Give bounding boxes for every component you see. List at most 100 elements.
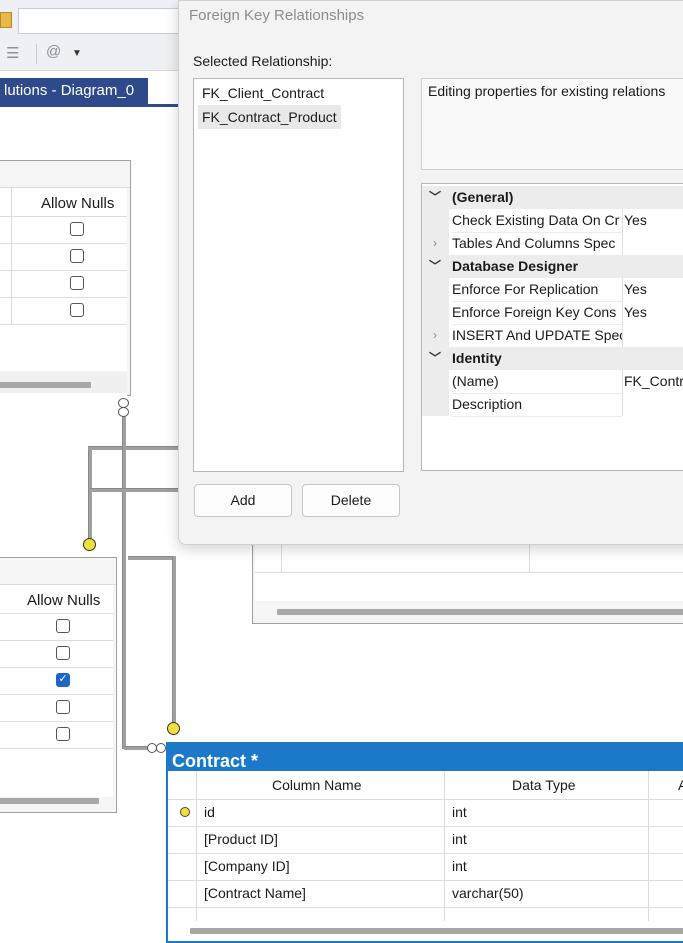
table-title-divider xyxy=(0,584,116,585)
allow-nulls-checkbox[interactable] xyxy=(56,727,70,741)
value-separator xyxy=(622,209,623,232)
allow-nulls-checkbox[interactable] xyxy=(56,646,70,660)
toolbar-divider xyxy=(36,44,37,64)
folder-icon[interactable] xyxy=(0,12,12,28)
row-gutter xyxy=(422,301,449,324)
data-type-cell[interactable]: int xyxy=(452,799,467,826)
relationship-line[interactable] xyxy=(172,556,176,726)
chevron-down-icon[interactable]: ▼ xyxy=(72,48,82,59)
allow-nulls-checkbox[interactable] xyxy=(70,249,84,263)
column-divider xyxy=(648,771,649,921)
relationship-icon[interactable]: @ xyxy=(46,43,61,60)
data-type-cell[interactable]: int xyxy=(452,826,467,853)
property-row[interactable]: › INSERT And UPDATE Spec xyxy=(422,324,683,348)
allow-nulls-checkbox-checked[interactable]: ✓ xyxy=(56,673,70,687)
chevron-right-icon[interactable]: › xyxy=(428,324,442,347)
diagram-table-lower[interactable]: Allow Nulls ✓ xyxy=(0,557,117,813)
table-row[interactable]: id int xyxy=(168,799,683,827)
row-divider xyxy=(0,640,113,641)
allow-nulls-checkbox[interactable] xyxy=(70,303,84,317)
row-divider xyxy=(0,297,127,298)
row-divider xyxy=(0,324,127,325)
dialog-title: Foreign Key Relationships xyxy=(189,7,365,24)
relationship-item-selected[interactable]: FK_Contract_Product xyxy=(198,105,341,129)
key-end-icon xyxy=(83,538,96,551)
relationship-line[interactable] xyxy=(128,556,176,560)
column-name-cell[interactable]: [Contract Name] xyxy=(204,880,306,907)
row-divider xyxy=(0,243,127,244)
property-value[interactable]: Yes xyxy=(624,209,647,232)
property-row[interactable]: Description xyxy=(422,393,683,417)
column-divider xyxy=(11,188,12,324)
category-label: (General) xyxy=(452,189,514,205)
property-name: Enforce For Replication xyxy=(452,278,622,302)
value-separator xyxy=(622,324,623,347)
property-row[interactable]: › Tables And Columns Spec xyxy=(422,232,683,256)
property-category-general[interactable]: ﹀ (General) xyxy=(422,186,683,209)
table-title[interactable]: Contract * xyxy=(168,744,683,771)
allow-nulls-checkbox[interactable] xyxy=(70,276,84,290)
column-name-cell[interactable]: [Product ID] xyxy=(204,826,278,853)
document-tab-underline xyxy=(0,104,178,107)
info-text: Editing properties for existing relation… xyxy=(428,83,666,99)
relationship-line[interactable] xyxy=(88,446,92,542)
infinity-end-icon xyxy=(156,743,166,753)
table-header-row: Column Name Data Type A xyxy=(168,771,683,800)
row-divider xyxy=(0,721,113,722)
chevron-down-icon[interactable]: ﹀ xyxy=(428,255,442,278)
property-row[interactable]: (Name) FK_Contr xyxy=(422,370,683,394)
row-divider xyxy=(0,613,113,614)
relationship-line[interactable] xyxy=(122,413,126,749)
add-button[interactable]: Add xyxy=(194,484,292,517)
relationship-item[interactable]: FK_Client_Contract xyxy=(198,81,328,105)
contract-table[interactable]: Contract * Column Name Data Type A id in… xyxy=(166,742,683,943)
table-row[interactable]: [Contract Name] varchar(50) xyxy=(168,880,683,908)
property-name: Enforce Foreign Key Cons xyxy=(452,301,622,325)
data-type-cell[interactable]: varchar(50) xyxy=(452,880,524,907)
value-separator xyxy=(622,232,623,255)
document-tab[interactable]: lutions - Diagram_0 xyxy=(0,78,148,104)
column-divider xyxy=(196,771,197,921)
delete-button[interactable]: Delete xyxy=(302,484,400,517)
chevron-down-icon[interactable]: ﹀ xyxy=(428,347,442,370)
property-row[interactable]: Check Existing Data On Cr Yes xyxy=(422,209,683,233)
property-name: Tables And Columns Spec xyxy=(452,232,622,256)
table-row[interactable]: [Product ID] int xyxy=(168,826,683,854)
allow-nulls-checkbox[interactable] xyxy=(56,700,70,714)
allow-nulls-checkbox[interactable] xyxy=(56,619,70,633)
property-value[interactable]: FK_Contr xyxy=(624,370,683,393)
property-row[interactable]: Enforce Foreign Key Cons Yes xyxy=(422,301,683,325)
horizontal-scrollbar[interactable] xyxy=(277,609,683,615)
table-grid xyxy=(0,585,113,797)
column-name-cell[interactable]: [Company ID] xyxy=(204,853,290,880)
property-row[interactable]: Enforce For Replication Yes xyxy=(422,278,683,302)
value-separator xyxy=(622,370,623,393)
horizontal-scrollbar[interactable] xyxy=(0,798,99,804)
property-category-database-designer[interactable]: ﹀ Database Designer xyxy=(422,255,683,278)
row-divider xyxy=(255,572,683,573)
foreign-key-dialog[interactable]: Foreign Key Relationships Selected Relat… xyxy=(178,0,683,545)
diagram-table-upper[interactable]: Allow Nulls xyxy=(0,160,131,532)
category-label: Identity xyxy=(452,350,502,366)
property-value[interactable]: Yes xyxy=(624,278,647,301)
chevron-right-icon[interactable]: › xyxy=(428,232,442,255)
table-row[interactable]: [Company ID] int xyxy=(168,853,683,881)
column-divider xyxy=(444,771,445,921)
relationship-list[interactable]: FK_Client_Contract FK_Contract_Product xyxy=(193,78,404,472)
document-tab-title: lutions - Diagram_0 xyxy=(4,82,135,99)
align-icon[interactable]: ☰ xyxy=(6,44,19,62)
allow-nulls-header: A xyxy=(678,777,683,793)
property-value[interactable]: Yes xyxy=(624,301,647,324)
horizontal-scrollbar[interactable] xyxy=(0,382,91,388)
column-name-cell[interactable]: id xyxy=(204,799,215,826)
data-type-cell[interactable]: int xyxy=(452,853,467,880)
allow-nulls-checkbox[interactable] xyxy=(70,222,84,236)
relationship-line[interactable] xyxy=(90,488,180,492)
value-separator xyxy=(622,393,623,416)
horizontal-scrollbar[interactable] xyxy=(190,928,683,934)
toolbar-search-input[interactable] xyxy=(18,8,190,34)
primary-key-icon xyxy=(180,807,190,817)
property-grid[interactable]: ﹀ (General) Check Existing Data On Cr Ye… xyxy=(421,183,683,471)
property-category-identity[interactable]: ﹀ Identity xyxy=(422,347,683,370)
chevron-down-icon[interactable]: ﹀ xyxy=(428,186,442,209)
